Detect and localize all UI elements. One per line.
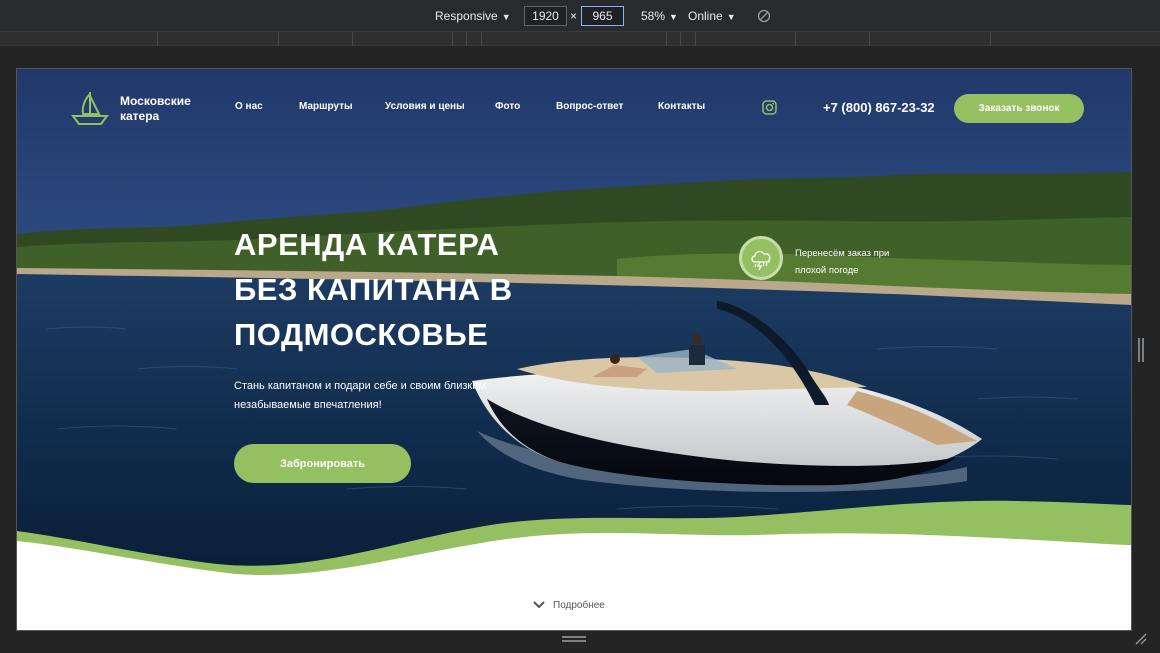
nav-terms-prices[interactable]: Условия и цены <box>385 101 465 112</box>
resize-corner-handle[interactable] <box>1134 632 1148 646</box>
media-query-ruler <box>0 32 1160 46</box>
device-label: Responsive <box>435 9 498 23</box>
storm-cloud-icon <box>751 250 771 271</box>
more-link-label: Подробнее <box>553 599 605 611</box>
caret-down-icon: ▼ <box>669 12 678 22</box>
logo-text[interactable]: Московские катера <box>120 94 220 124</box>
zoom-label: 58% <box>641 9 666 23</box>
hero-title: АРЕНДА КАТЕРА БЕЗ КАПИТАНА В ПОДМОСКОВЬЕ <box>234 222 554 357</box>
device-select[interactable]: Responsive ▼ <box>435 9 511 23</box>
rotate-icon[interactable] <box>757 9 771 23</box>
hero-title-line: АРЕНДА КАТЕРА <box>234 227 500 262</box>
caret-down-icon: ▼ <box>501 12 511 22</box>
resize-bottom-handle[interactable] <box>561 636 587 642</box>
hero-background <box>17 69 1131 630</box>
phone-number[interactable]: +7 (800) 867-23-32 <box>823 100 935 115</box>
chevron-down-icon <box>533 601 545 609</box>
book-button[interactable]: Забронировать <box>234 444 411 483</box>
network-label: Online <box>688 9 723 23</box>
nav-faq[interactable]: Вопрос-ответ <box>556 101 623 112</box>
hero-title-line: БЕЗ КАПИТАНА В <box>234 272 513 307</box>
caret-down-icon: ▼ <box>726 12 736 22</box>
more-link[interactable]: Подробнее <box>533 598 605 612</box>
weather-note: Перенесём заказ при плохой погоде <box>795 248 890 276</box>
resize-right-handle[interactable] <box>1138 337 1144 363</box>
dimension-separator: × <box>570 9 578 23</box>
viewport-width-input[interactable]: 1920 <box>524 6 567 26</box>
page-viewport: Московские катера О нас Маршруты Условия… <box>16 68 1132 631</box>
order-call-button[interactable]: Заказать звонок <box>954 94 1084 123</box>
logo-boat-icon[interactable] <box>70 90 110 126</box>
instagram-icon[interactable] <box>762 100 777 115</box>
hero-subtitle: Стань капитаном и подари себе и своим бл… <box>234 380 486 411</box>
nav-contacts[interactable]: Контакты <box>658 101 705 112</box>
network-throttle-select[interactable]: Online ▼ <box>688 9 736 23</box>
viewport-height-input[interactable]: 965 <box>581 6 624 26</box>
zoom-select[interactable]: 58% ▼ <box>641 9 678 23</box>
devtools-device-toolbar: Responsive ▼ 1920 × 965 58% ▼ Online ▼ <box>0 0 1160 32</box>
nav-routes[interactable]: Маршруты <box>299 101 353 112</box>
nav-photo[interactable]: Фото <box>495 101 520 112</box>
nav-about[interactable]: О нас <box>235 101 263 112</box>
weather-badge <box>739 236 783 280</box>
hero-title-line: ПОДМОСКОВЬЕ <box>234 317 489 352</box>
